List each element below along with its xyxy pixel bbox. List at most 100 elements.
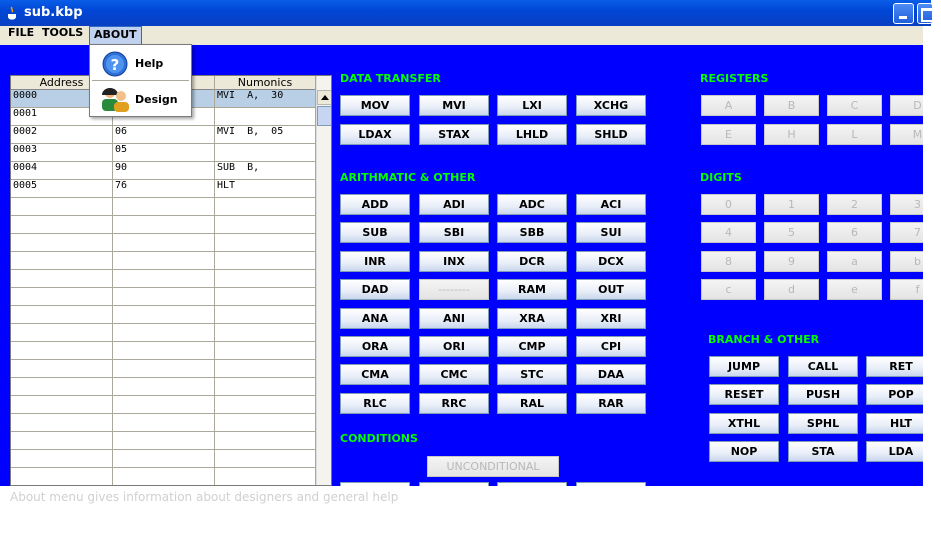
address-cell[interactable]: 0003 [11, 144, 113, 161]
cpi-button[interactable]: CPI [576, 336, 646, 357]
digit-2-button[interactable]: 2 [827, 194, 882, 215]
table-row[interactable]: 0004 90 SUB B, [11, 162, 316, 180]
mov-button[interactable]: MOV [340, 95, 410, 116]
table-row[interactable] [11, 468, 316, 485]
data-cell[interactable] [113, 378, 215, 395]
table-row[interactable] [11, 306, 316, 324]
jump-button[interactable]: JUMP [709, 356, 779, 377]
numonics-cell[interactable] [215, 108, 316, 125]
digit-c-button[interactable]: c [701, 279, 756, 301]
dcr-button[interactable]: DCR [497, 250, 567, 272]
data-cell[interactable] [113, 360, 215, 377]
ram-button[interactable]: RAM [497, 279, 567, 301]
dad-button[interactable]: DAD [340, 279, 410, 301]
menu-about[interactable]: ABOUT [89, 26, 142, 45]
ora-button[interactable]: ORA [340, 336, 410, 357]
adc-button[interactable]: ADC [497, 194, 567, 215]
cmp-button[interactable]: CMP [497, 336, 567, 357]
rlc-button[interactable]: RLC [340, 392, 410, 414]
digit-1-button[interactable]: 1 [764, 194, 819, 215]
address-cell[interactable] [11, 198, 113, 215]
sphl-button[interactable]: SPHL [788, 412, 858, 434]
data-cell[interactable] [113, 288, 215, 305]
address-cell[interactable] [11, 396, 113, 413]
address-cell[interactable] [11, 288, 113, 305]
register-a-button[interactable]: A [701, 95, 756, 116]
address-cell[interactable] [11, 360, 113, 377]
adi-button[interactable]: ADI [419, 194, 489, 215]
add-button[interactable]: ADD [340, 194, 410, 215]
address-cell[interactable] [11, 324, 113, 341]
address-cell[interactable] [11, 450, 113, 467]
digit-8-button[interactable]: 8 [701, 250, 756, 272]
table-row[interactable] [11, 216, 316, 234]
register-b-button[interactable]: B [764, 95, 819, 116]
sbb-button[interactable]: SBB [497, 222, 567, 244]
digit-7-button[interactable]: 7 [890, 222, 923, 244]
menu-item-help[interactable]: ? Help [90, 46, 191, 80]
numonics-cell[interactable] [215, 360, 316, 377]
numonics-cell[interactable] [215, 270, 316, 287]
digit-e-button[interactable]: e [827, 279, 882, 301]
aci-button[interactable]: ACI [576, 194, 646, 215]
data-cell[interactable] [113, 306, 215, 323]
register-h-button[interactable]: H [764, 124, 819, 145]
table-row[interactable]: 0003 05 [11, 144, 316, 162]
numonics-cell[interactable] [215, 198, 316, 215]
digit-b-button[interactable]: b [890, 250, 923, 272]
data-cell[interactable] [113, 216, 215, 233]
hlt-button[interactable]: HLT [866, 412, 923, 434]
ldax-button[interactable]: LDAX [340, 124, 410, 145]
table-row[interactable] [11, 252, 316, 270]
pop-button[interactable]: POP [866, 384, 923, 406]
lda-button[interactable]: LDA [866, 440, 923, 462]
out-button[interactable]: OUT [576, 279, 646, 301]
numonics-cell[interactable] [215, 432, 316, 449]
numonics-cell[interactable]: MVI A, 30 [215, 90, 316, 107]
data-cell[interactable] [113, 198, 215, 215]
table-row[interactable] [11, 198, 316, 216]
ana-button[interactable]: ANA [340, 307, 410, 329]
numonics-cell[interactable] [215, 450, 316, 467]
numonics-cell[interactable] [215, 342, 316, 359]
xra-button[interactable]: XRA [497, 307, 567, 329]
inr-button[interactable]: INR [340, 250, 410, 272]
numonics-cell[interactable] [215, 396, 316, 413]
address-cell[interactable] [11, 216, 113, 233]
ori-button[interactable]: ORI [419, 336, 489, 357]
table-row[interactable]: 0005 76 HLT [11, 180, 316, 198]
digit-f-button[interactable]: f [890, 279, 923, 301]
digit-3-button[interactable]: 3 [890, 194, 923, 215]
numonics-cell[interactable]: HLT [215, 180, 316, 197]
table-row[interactable] [11, 324, 316, 342]
data-cell[interactable] [113, 432, 215, 449]
data-cell[interactable]: 76 [113, 180, 215, 197]
sub-button[interactable]: SUB [340, 222, 410, 244]
lhld-button[interactable]: LHLD [497, 124, 567, 145]
maximize-button[interactable] [917, 3, 934, 24]
daa-button[interactable]: DAA [576, 364, 646, 386]
reset-button[interactable]: RESET [709, 384, 779, 406]
data-cell[interactable] [113, 414, 215, 431]
data-cell[interactable] [113, 396, 215, 413]
table-row[interactable] [11, 360, 316, 378]
table-row[interactable] [11, 414, 316, 432]
table-row[interactable] [11, 378, 316, 396]
table-scrollbar[interactable] [316, 76, 331, 485]
condition-button[interactable] [340, 482, 410, 486]
table-row[interactable] [11, 270, 316, 288]
condition-button[interactable] [497, 482, 567, 486]
register-l-button[interactable]: L [827, 124, 882, 145]
table-row[interactable] [11, 288, 316, 306]
inx-button[interactable]: INX [419, 250, 489, 272]
data-cell[interactable] [113, 234, 215, 251]
stax-button[interactable]: STAX [419, 124, 489, 145]
address-cell[interactable]: 0002 [11, 126, 113, 143]
numonics-cell[interactable] [215, 216, 316, 233]
data-cell[interactable]: 05 [113, 144, 215, 161]
condition-button[interactable] [419, 482, 489, 486]
address-cell[interactable]: 0004 [11, 162, 113, 179]
table-row[interactable] [11, 342, 316, 360]
data-cell[interactable]: 90 [113, 162, 215, 179]
push-button[interactable]: PUSH [788, 384, 858, 406]
